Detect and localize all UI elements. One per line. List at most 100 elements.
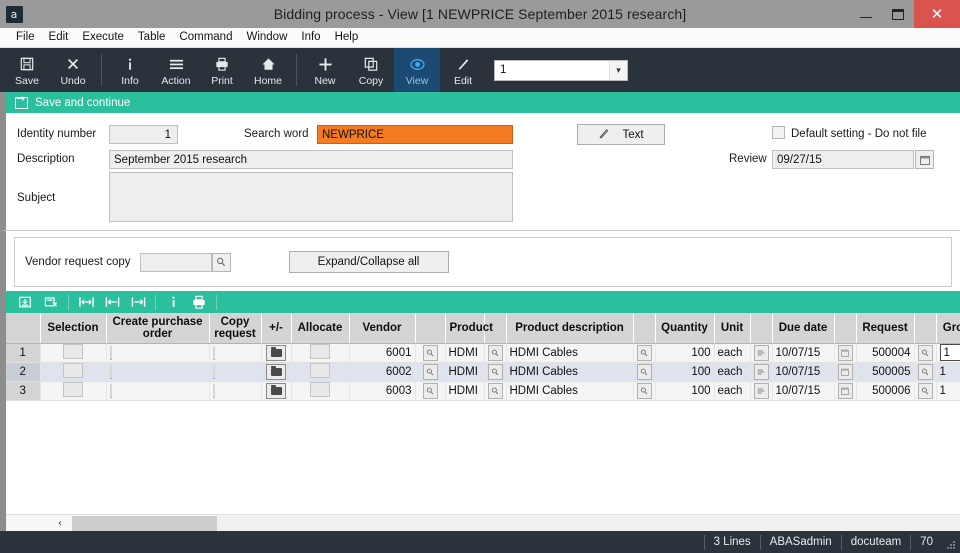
cell-vendor[interactable]: 6003 [349, 381, 415, 400]
menu-item-execute[interactable]: Execute [75, 28, 131, 47]
cell-due-date-picker[interactable] [834, 343, 856, 362]
vendor-request-copy-input[interactable] [140, 253, 212, 272]
folder-icon[interactable] [266, 345, 286, 361]
column-width-right-icon[interactable] [125, 292, 151, 312]
copy-request-input[interactable] [213, 346, 215, 360]
cell-request-lookup[interactable] [914, 362, 936, 381]
toolbar-button-copy[interactable]: Copy [348, 48, 394, 92]
allocate-checkbox[interactable] [310, 382, 330, 397]
scrollbar-track[interactable] [217, 516, 960, 531]
minimize-button[interactable] [850, 0, 882, 28]
toolbar-button-new[interactable]: New [302, 48, 348, 92]
cell-unit-picker[interactable] [750, 343, 772, 362]
cell-product-lookup[interactable] [484, 381, 506, 400]
cell-product-description[interactable]: HDMI Cables [506, 343, 633, 362]
cell-product-description[interactable]: HDMI Cables [506, 381, 633, 400]
cell-selection[interactable] [40, 362, 106, 381]
scrollbar-thumb[interactable] [72, 516, 217, 531]
cell-product-lookup[interactable] [484, 362, 506, 381]
cell-product-description[interactable]: HDMI Cables [506, 362, 633, 381]
toolbar-button-edit[interactable]: Edit [440, 48, 486, 92]
cell-allocate[interactable] [291, 362, 349, 381]
magnifier-icon[interactable] [637, 383, 652, 399]
default-setting-checkbox[interactable] [772, 126, 785, 139]
info-icon[interactable] [160, 292, 186, 312]
expand-collapse-all-button[interactable]: Expand/Collapse all [289, 251, 449, 273]
magnifier-icon[interactable] [918, 383, 933, 399]
record-selector-combo[interactable]: 1 ▾ [494, 60, 628, 81]
magnifier-icon[interactable] [918, 364, 933, 380]
table-row[interactable]: 1 6001 HDMI HDMI Cables 100 each [6, 343, 960, 362]
menu-item-help[interactable]: Help [328, 28, 366, 47]
cell-product[interactable]: HDMI [445, 381, 484, 400]
col-header-allocate[interactable]: Allocate [291, 313, 349, 343]
close-button[interactable]: ✕ [914, 0, 960, 28]
toolbar-button-home[interactable]: Home [245, 48, 291, 92]
col-header-vendor[interactable]: Vendor [349, 313, 415, 343]
cell-create-purchase-order[interactable] [106, 343, 209, 362]
cell-unit-picker[interactable] [750, 381, 772, 400]
cell-product[interactable]: HDMI [445, 343, 484, 362]
cell-request-lookup[interactable] [914, 343, 936, 362]
cell-request[interactable]: 500005 [856, 362, 914, 381]
col-header-due-date[interactable]: Due date [772, 313, 834, 343]
cell-create-purchase-order[interactable] [106, 381, 209, 400]
cell-unit-picker[interactable] [750, 362, 772, 381]
cell-quantity[interactable]: 100 [655, 343, 714, 362]
cell-request[interactable]: 500006 [856, 381, 914, 400]
calendar-icon[interactable] [838, 383, 853, 399]
calendar-icon[interactable] [838, 345, 853, 361]
cell-request[interactable]: 500004 [856, 343, 914, 362]
cell-description-lookup[interactable] [633, 362, 655, 381]
col-header-product-description[interactable]: Product description [506, 313, 633, 343]
delete-row-icon[interactable] [38, 292, 64, 312]
toolbar-button-undo[interactable]: Undo [50, 48, 96, 92]
cell-unit[interactable]: each [714, 343, 750, 362]
cell-plusminus[interactable] [261, 362, 291, 381]
cell-quantity[interactable]: 100 [655, 381, 714, 400]
cell-unit[interactable]: each [714, 362, 750, 381]
fit-columns-icon[interactable] [73, 292, 99, 312]
menu-item-file[interactable]: File [9, 28, 42, 47]
cell-group[interactable]: 1 [936, 362, 960, 381]
group-input[interactable]: 1 [940, 344, 960, 361]
toolbar-button-action[interactable]: Action [153, 48, 199, 92]
col-header-plusminus[interactable]: +/- [261, 313, 291, 343]
unit-picker-icon[interactable] [754, 345, 769, 361]
subject-field[interactable] [109, 172, 513, 222]
col-header-create-purchase-order[interactable]: Create purchase order [106, 313, 209, 343]
magnifier-icon[interactable] [637, 364, 652, 380]
menu-item-info[interactable]: Info [294, 28, 327, 47]
magnifier-icon[interactable] [488, 345, 503, 361]
cell-vendor[interactable]: 6001 [349, 343, 415, 362]
col-header-copy-request[interactable]: Copy request [209, 313, 261, 343]
cell-request-lookup[interactable] [914, 381, 936, 400]
cell-plusminus[interactable] [261, 343, 291, 362]
cell-quantity[interactable]: 100 [655, 362, 714, 381]
cell-selection[interactable] [40, 343, 106, 362]
cell-unit[interactable]: each [714, 381, 750, 400]
cell-due-date-picker[interactable] [834, 381, 856, 400]
toolbar-button-print[interactable]: Print [199, 48, 245, 92]
folder-icon[interactable] [266, 383, 286, 399]
magnifier-icon[interactable] [212, 253, 231, 272]
resize-grip-icon[interactable] [942, 531, 960, 553]
cell-create-purchase-order[interactable] [106, 362, 209, 381]
text-button[interactable]: Text [577, 124, 665, 145]
cell-vendor-lookup[interactable] [415, 343, 445, 362]
menu-item-window[interactable]: Window [239, 28, 294, 47]
selection-checkbox[interactable] [63, 382, 83, 397]
col-header-product[interactable]: Product [445, 313, 484, 343]
toolbar-button-info[interactable]: Info [107, 48, 153, 92]
create-purchase-order-input[interactable] [110, 384, 112, 398]
magnifier-icon[interactable] [488, 383, 503, 399]
cell-description-lookup[interactable] [633, 343, 655, 362]
magnifier-icon[interactable] [488, 364, 503, 380]
maximize-button[interactable] [882, 0, 914, 28]
col-header-group[interactable]: Group [936, 313, 960, 343]
magnifier-icon[interactable] [637, 345, 652, 361]
description-field[interactable]: September 2015 research [109, 150, 513, 169]
create-purchase-order-input[interactable] [110, 346, 112, 360]
review-date-field[interactable]: 09/27/15 [772, 150, 914, 169]
magnifier-icon[interactable] [423, 364, 438, 380]
